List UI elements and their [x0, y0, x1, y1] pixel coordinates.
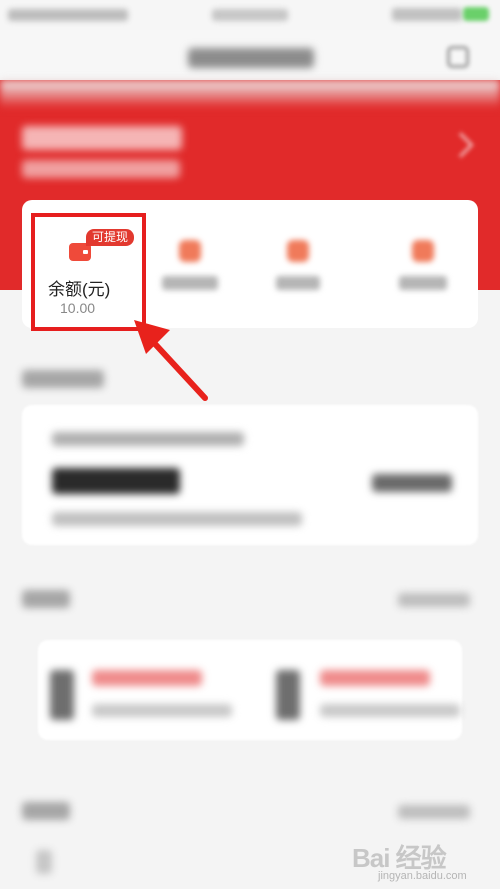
asset-icon — [287, 240, 309, 262]
product-icon — [50, 670, 74, 720]
highlight-annotation-box — [31, 213, 146, 331]
promo-subtitle — [52, 432, 244, 446]
page-title — [188, 48, 314, 68]
account-number — [22, 160, 180, 178]
asset-label — [276, 276, 320, 290]
promo-amount — [52, 468, 180, 494]
section-more-link[interactable] — [398, 593, 470, 607]
promo-action[interactable] — [372, 474, 452, 492]
account-name — [22, 126, 182, 150]
section-title — [22, 590, 70, 608]
status-time — [212, 9, 288, 21]
asset-icon — [179, 240, 201, 262]
nav-bar — [0, 30, 500, 80]
list-item-icon — [36, 850, 52, 874]
product-rate — [320, 670, 430, 686]
product-desc — [320, 704, 460, 717]
watermark-url: jingyan.baidu.com — [378, 870, 467, 882]
signal-carrier-icon — [8, 9, 128, 21]
asset-label — [399, 276, 447, 290]
arrow-head — [134, 320, 170, 354]
annotation-arrow-icon — [134, 320, 208, 401]
settings-icon[interactable] — [447, 46, 469, 68]
product-card[interactable] — [38, 640, 462, 740]
product-rate — [92, 670, 202, 686]
asset-item[interactable] — [268, 236, 328, 296]
battery-icon — [463, 7, 489, 21]
section-title — [22, 802, 70, 820]
status-bar — [0, 0, 500, 30]
asset-item[interactable] — [160, 236, 220, 296]
section-more-link[interactable] — [398, 805, 470, 819]
status-indicators — [392, 8, 462, 21]
product-icon — [276, 670, 300, 720]
asset-item[interactable] — [393, 236, 453, 296]
section-title — [22, 370, 104, 388]
product-desc — [92, 704, 232, 717]
promo-description — [52, 512, 302, 526]
chevron-right-icon[interactable] — [448, 132, 474, 158]
baidu-jingyan-watermark: Bai 经验 jingyan.baidu.com — [352, 838, 500, 889]
asset-icon — [412, 240, 434, 262]
asset-label — [162, 276, 218, 290]
